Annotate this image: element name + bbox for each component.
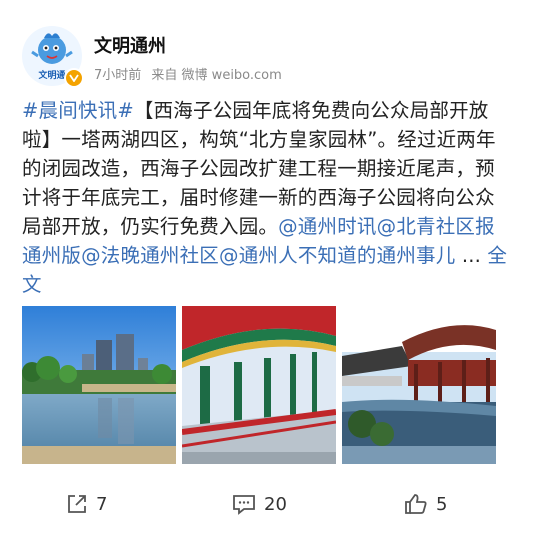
- hashtag[interactable]: #晨间快讯#: [22, 99, 134, 122]
- post-source[interactable]: 来自 微博 weibo.com: [151, 68, 281, 83]
- post-text: #晨间快讯#【西海子公园年底将免费向公众局部开放啦】一塔两湖四区，构筑“北方皇家…: [22, 96, 512, 299]
- photo-pavilion-water[interactable]: [342, 306, 496, 464]
- mention-link[interactable]: @通州人不知道的通州事儿: [219, 244, 455, 267]
- like-button[interactable]: 5: [404, 488, 447, 520]
- repost-count: 7: [96, 493, 108, 515]
- ellipsis: ...: [455, 244, 488, 267]
- comment-button[interactable]: 20: [232, 488, 287, 520]
- post-meta: 7小时前 来自 微博 weibo.com: [94, 64, 288, 83]
- thumbs-up-icon: [405, 494, 427, 514]
- post-header: 文明通 文明通州 7小时前 来自 微博 weibo.com: [22, 26, 512, 96]
- comment-count: 20: [264, 493, 287, 515]
- like-count: 5: [436, 493, 448, 515]
- share-arrow-box-icon: [68, 495, 86, 513]
- repost-button[interactable]: 7: [66, 488, 107, 520]
- weibo-post-card: 文明通 文明通州 7小时前 来自 微博 weibo.com #晨间快讯#【西海子…: [0, 0, 534, 534]
- photo-red-corridor[interactable]: [182, 306, 336, 464]
- author-name[interactable]: 文明通州: [94, 32, 166, 58]
- verified-v-icon: [64, 68, 84, 88]
- post-time: 7小时前: [94, 68, 142, 83]
- mention-link[interactable]: @通州时讯: [278, 215, 377, 238]
- mention-link[interactable]: @法晚通州社区: [81, 244, 219, 267]
- photo-skyline-lake[interactable]: [22, 306, 176, 464]
- comment-bubble-icon: [233, 495, 255, 515]
- image-grid: [22, 306, 496, 464]
- action-bar: 7 20 5: [0, 484, 534, 524]
